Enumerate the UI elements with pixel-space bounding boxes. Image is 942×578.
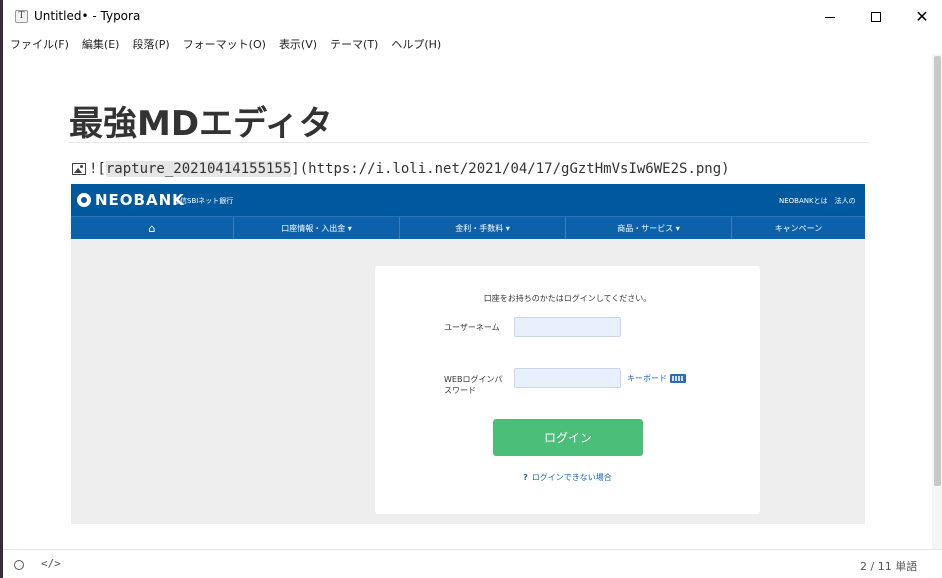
window-title: Untitled• - Typora: [34, 9, 141, 23]
keyboard-link: キーボード: [627, 373, 686, 384]
username-field: [514, 317, 621, 337]
menu-paragraph[interactable]: 段落(P): [132, 36, 169, 52]
word-count[interactable]: 2 / 11 単語: [860, 558, 917, 574]
password-field: [514, 368, 621, 388]
neobank-brand-sub: 住信SBIネット銀行: [173, 197, 234, 205]
neobank-header: NEOBANK 住信SBIネット銀行 NEOBANKとは 法人の: [71, 184, 865, 216]
close-button[interactable]: ✕: [899, 0, 942, 34]
image-alt-text[interactable]: rapture_20210414155155: [105, 161, 292, 177]
neobank-logo-icon: [77, 193, 91, 207]
scrollbar-thumb[interactable]: [934, 56, 941, 486]
heading-underline: [69, 142, 869, 143]
minimize-icon: [825, 16, 835, 18]
image-icon: [72, 163, 86, 175]
neobank-nav: ⌂ 口座情報・入出金 ▾ 金利・手数料 ▾ 商品・サービス ▾ キャンペーン: [71, 216, 865, 239]
menu-bar: ファイル(F) 編集(E) 段落(P) フォーマット(O) 表示(V) テーマ(…: [3, 34, 942, 54]
help-link-label: ログインできない場合: [531, 473, 612, 482]
keyboard-icon: [670, 374, 686, 383]
password-label: WEBログインパスワード: [444, 375, 503, 395]
username-label: ユーザーネーム: [444, 323, 500, 332]
close-icon: ✕: [915, 7, 929, 26]
maximize-button[interactable]: [853, 0, 899, 34]
embedded-image[interactable]: NEOBANK 住信SBIネット銀行 NEOBANKとは 法人の ⌂ 口座情報・…: [71, 184, 865, 524]
login-help-link: ? ログインできない場合: [375, 472, 760, 483]
login-button: ログイン: [493, 419, 643, 456]
outline-circle-icon[interactable]: [14, 560, 24, 570]
image-markdown-source[interactable]: ![ rapture_20210414155155 ](https://i.lo…: [72, 159, 730, 179]
menu-format[interactable]: フォーマット(O): [183, 36, 266, 52]
source-code-icon[interactable]: </>: [41, 557, 61, 570]
keyboard-link-label: キーボード: [627, 374, 667, 383]
nav-campaign: キャンペーン: [774, 223, 823, 233]
nav-products-services: 商品・サービス ▾: [566, 217, 732, 239]
nav-account-info: 口座情報・入出金 ▾: [234, 217, 400, 239]
menu-file[interactable]: ファイル(F): [10, 36, 69, 52]
markdown-image-prefix: ![: [89, 161, 106, 177]
background-desktop-strip: [0, 0, 3, 578]
menu-help[interactable]: ヘルプ(H): [391, 36, 441, 52]
document-heading[interactable]: 最強MDエディタ: [69, 96, 333, 145]
neobank-brand: NEOBANK: [95, 191, 185, 209]
title-bar: T Untitled• - Typora ✕: [3, 0, 942, 34]
minimize-button[interactable]: [807, 0, 853, 34]
login-note: 口座をお持ちのかたはログインしてください。: [483, 294, 652, 303]
menu-edit[interactable]: 編集(E): [82, 36, 120, 52]
maximize-icon: [871, 12, 881, 22]
status-bar: </> 2 / 11 単語: [3, 549, 942, 578]
home-icon: ⌂: [71, 217, 234, 239]
help-icon: ?: [523, 473, 528, 482]
markdown-image-url[interactable]: ](https://i.loli.net/2021/04/17/gGztHmVs…: [291, 161, 729, 177]
login-card: 口座をお持ちのかたはログインしてください。 ユーザーネーム WEBログインパスワ…: [375, 266, 760, 514]
nav-rates-fees: 金利・手数料 ▾: [400, 217, 566, 239]
menu-view[interactable]: 表示(V): [279, 36, 317, 52]
neobank-top-links: NEOBANKとは 法人の: [779, 197, 856, 205]
typora-icon: T: [15, 10, 28, 23]
menu-theme[interactable]: テーマ(T): [330, 36, 378, 52]
